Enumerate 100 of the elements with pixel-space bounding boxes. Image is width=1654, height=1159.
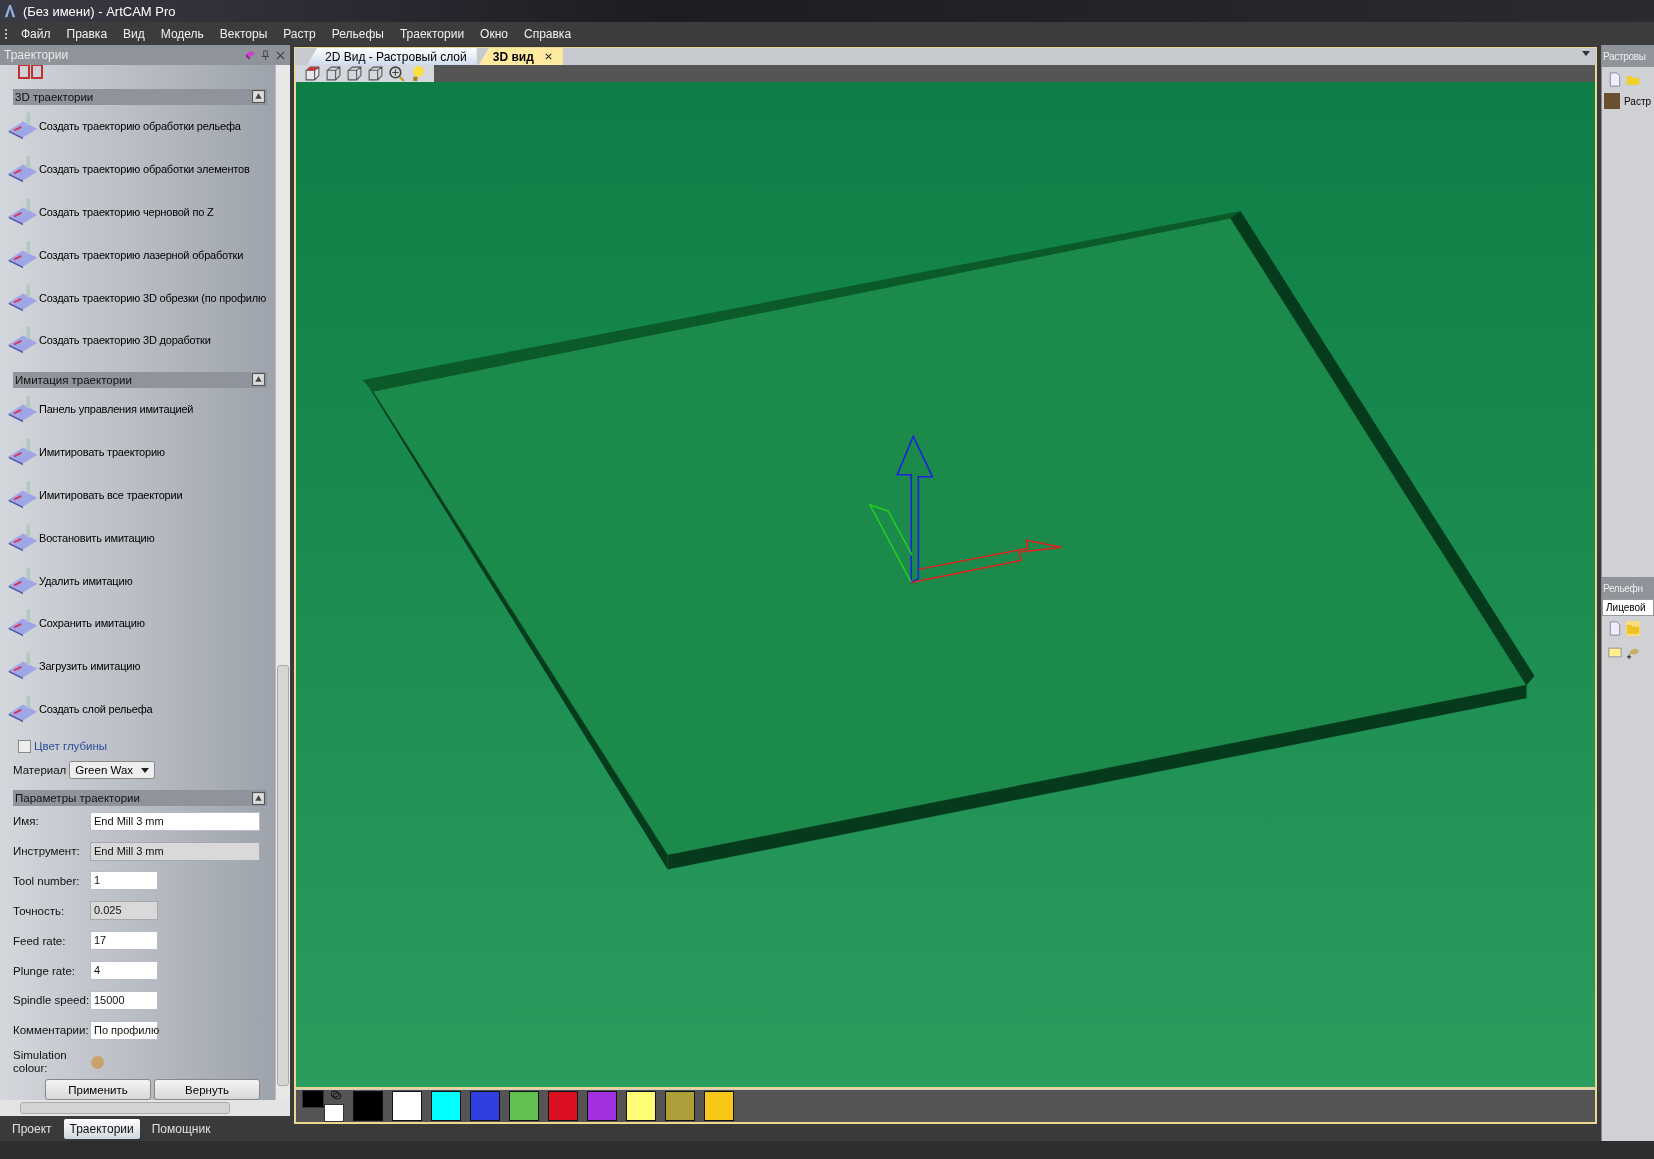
field-label: Имя: (13, 815, 40, 828)
menu-item[interactable]: Растр (275, 26, 324, 41)
input-field[interactable]: По профилю (90, 1020, 158, 1040)
close-icon[interactable] (543, 52, 553, 61)
panel-tab[interactable]: Проект (6, 1118, 58, 1139)
app-logo-icon (3, 3, 17, 19)
menu-item[interactable]: Окно (472, 26, 516, 41)
colour-swatch[interactable] (587, 1090, 617, 1121)
colour-swatch[interactable] (548, 1090, 578, 1121)
input-field[interactable]: 17 (90, 931, 158, 951)
cube-icon[interactable] (325, 65, 342, 82)
menu-item[interactable]: Рельефы (323, 26, 392, 41)
collapse-icon[interactable] (252, 373, 265, 387)
panel-tab[interactable]: Траектории (63, 1118, 140, 1139)
field-label: Комментарии: (13, 1024, 90, 1037)
menu-item[interactable]: Вид (115, 26, 153, 41)
toolpath-action[interactable]: Создать траекторию обработки рельефа (7, 104, 241, 148)
caret-icon[interactable] (141, 767, 150, 773)
collapse-icon[interactable] (252, 791, 265, 805)
cube-icon[interactable] (304, 65, 321, 82)
toolpath-action[interactable]: Панель управления имитацией (7, 387, 194, 431)
section-header[interactable]: Параметры траектории (13, 790, 267, 807)
panel-tab[interactable]: Помощник (145, 1118, 217, 1139)
field-label: Spindle speed: (13, 994, 90, 1007)
toolpath-icon (7, 154, 39, 185)
colour-swatch[interactable] (392, 1090, 422, 1121)
material-dropdown[interactable]: Green Wax (69, 761, 156, 780)
toolpath-icon (7, 437, 39, 468)
panel-title: Траектории (4, 48, 70, 62)
colour-swatch[interactable] (704, 1090, 734, 1121)
colour-swatch[interactable] (665, 1090, 695, 1121)
document-tab[interactable]: 2D Вид - Растровый слой (307, 48, 477, 65)
zoom-icon[interactable] (388, 65, 405, 82)
menu-item[interactable]: Векторы (211, 26, 276, 41)
colour-swatch[interactable] (509, 1090, 539, 1121)
field-label: Feed rate: (13, 934, 67, 947)
horizontal-scrollbar[interactable] (0, 1100, 290, 1116)
toolpath-action[interactable]: Создать траекторию обработки элементов (7, 147, 250, 191)
panel-title: Рельефн (1603, 582, 1643, 594)
toolpath-icon (7, 325, 39, 356)
toolpath-action[interactable]: Создать траекторию лазерной обработки (7, 233, 244, 277)
input-field[interactable]: 1 (90, 871, 158, 891)
menu-item[interactable]: Траектории (391, 26, 473, 41)
window-title: (Без имени) - ArtCAM Pro (23, 3, 176, 19)
colour-swatch[interactable] (470, 1090, 500, 1121)
toolpath-action[interactable]: Имитировать все траектории (7, 473, 183, 517)
dropdown-icon[interactable] (1582, 51, 1590, 56)
action-button[interactable]: Вернуть (154, 1079, 260, 1100)
toolpath-icon (7, 111, 39, 142)
toolpath-action[interactable]: Сохранить имитацию (7, 602, 145, 645)
toolpath-icon (7, 282, 39, 313)
action-button[interactable]: Применить (45, 1079, 151, 1100)
panel-title: Растровы (1603, 50, 1646, 62)
input-field[interactable]: 4 (90, 961, 158, 981)
input-field[interactable]: End Mill 3 mm (90, 811, 260, 831)
toolpath-icon (7, 197, 39, 227)
toolpath-icon (7, 522, 39, 553)
menu-item[interactable]: Модель (152, 26, 212, 41)
toolpath-icon (7, 239, 39, 270)
link-icon[interactable] (330, 1089, 342, 1100)
toolpath-icon (7, 608, 39, 639)
checkbox[interactable] (18, 739, 31, 753)
toolpath-action[interactable]: Создать траекторию 3D обрезки (по профилю (7, 276, 267, 320)
checkbox-label: Цвет глубины (34, 740, 108, 753)
background-colour[interactable] (324, 1103, 344, 1122)
toolpath-icon (7, 694, 39, 725)
toolpath-icon (7, 394, 39, 425)
field-label: Simulation colour: (13, 1049, 68, 1076)
menu-item[interactable]: Файл (13, 26, 59, 41)
section-header[interactable]: Имитация траектории (13, 371, 267, 388)
layer-name[interactable]: Растр (1624, 95, 1652, 107)
foreground-colour[interactable] (302, 1089, 324, 1108)
toolpath-action[interactable]: Создать слой рельефа (7, 687, 153, 731)
section-header[interactable]: 3D траектории (13, 89, 267, 105)
menu-item[interactable]: Справка (516, 26, 580, 41)
toolpath-action[interactable]: Имитировать траекторию (7, 430, 165, 474)
toolpath-action[interactable]: Создать траекторию 3D доработки (7, 319, 211, 362)
input-field[interactable]: 15000 (90, 990, 158, 1010)
image-thumbnail (1604, 93, 1620, 109)
toolpath-icon (7, 479, 39, 510)
menu-item[interactable]: Правка (58, 26, 116, 41)
toolpath-icon (7, 565, 39, 596)
document-tab[interactable]: 3D вид (478, 48, 563, 65)
toolpath-action[interactable]: Создать траекторию черновой по Z (7, 190, 214, 234)
colour-swatch[interactable] (626, 1090, 656, 1121)
layer-dropdown[interactable]: Лицевой (1602, 599, 1654, 616)
toolpath-icon (7, 651, 39, 682)
toolpath-action[interactable]: Востановить имитацию (7, 516, 155, 560)
cube-icon[interactable] (346, 65, 363, 82)
colour-swatch[interactable] (431, 1090, 461, 1121)
toolpath-action[interactable]: Загрузить имитацию (7, 644, 141, 688)
cube-icon[interactable] (367, 65, 384, 82)
toolpath-icon (16, 65, 46, 79)
colour-swatch[interactable] (353, 1090, 383, 1121)
colour-swatch[interactable] (91, 1055, 104, 1069)
vertical-scrollbar[interactable] (275, 65, 290, 1100)
toolpath-action[interactable]: Удалить имитацию (7, 559, 133, 602)
pin-icon[interactable] (260, 49, 271, 61)
collapse-icon[interactable] (252, 90, 265, 104)
field-label: Точность: (13, 904, 66, 917)
